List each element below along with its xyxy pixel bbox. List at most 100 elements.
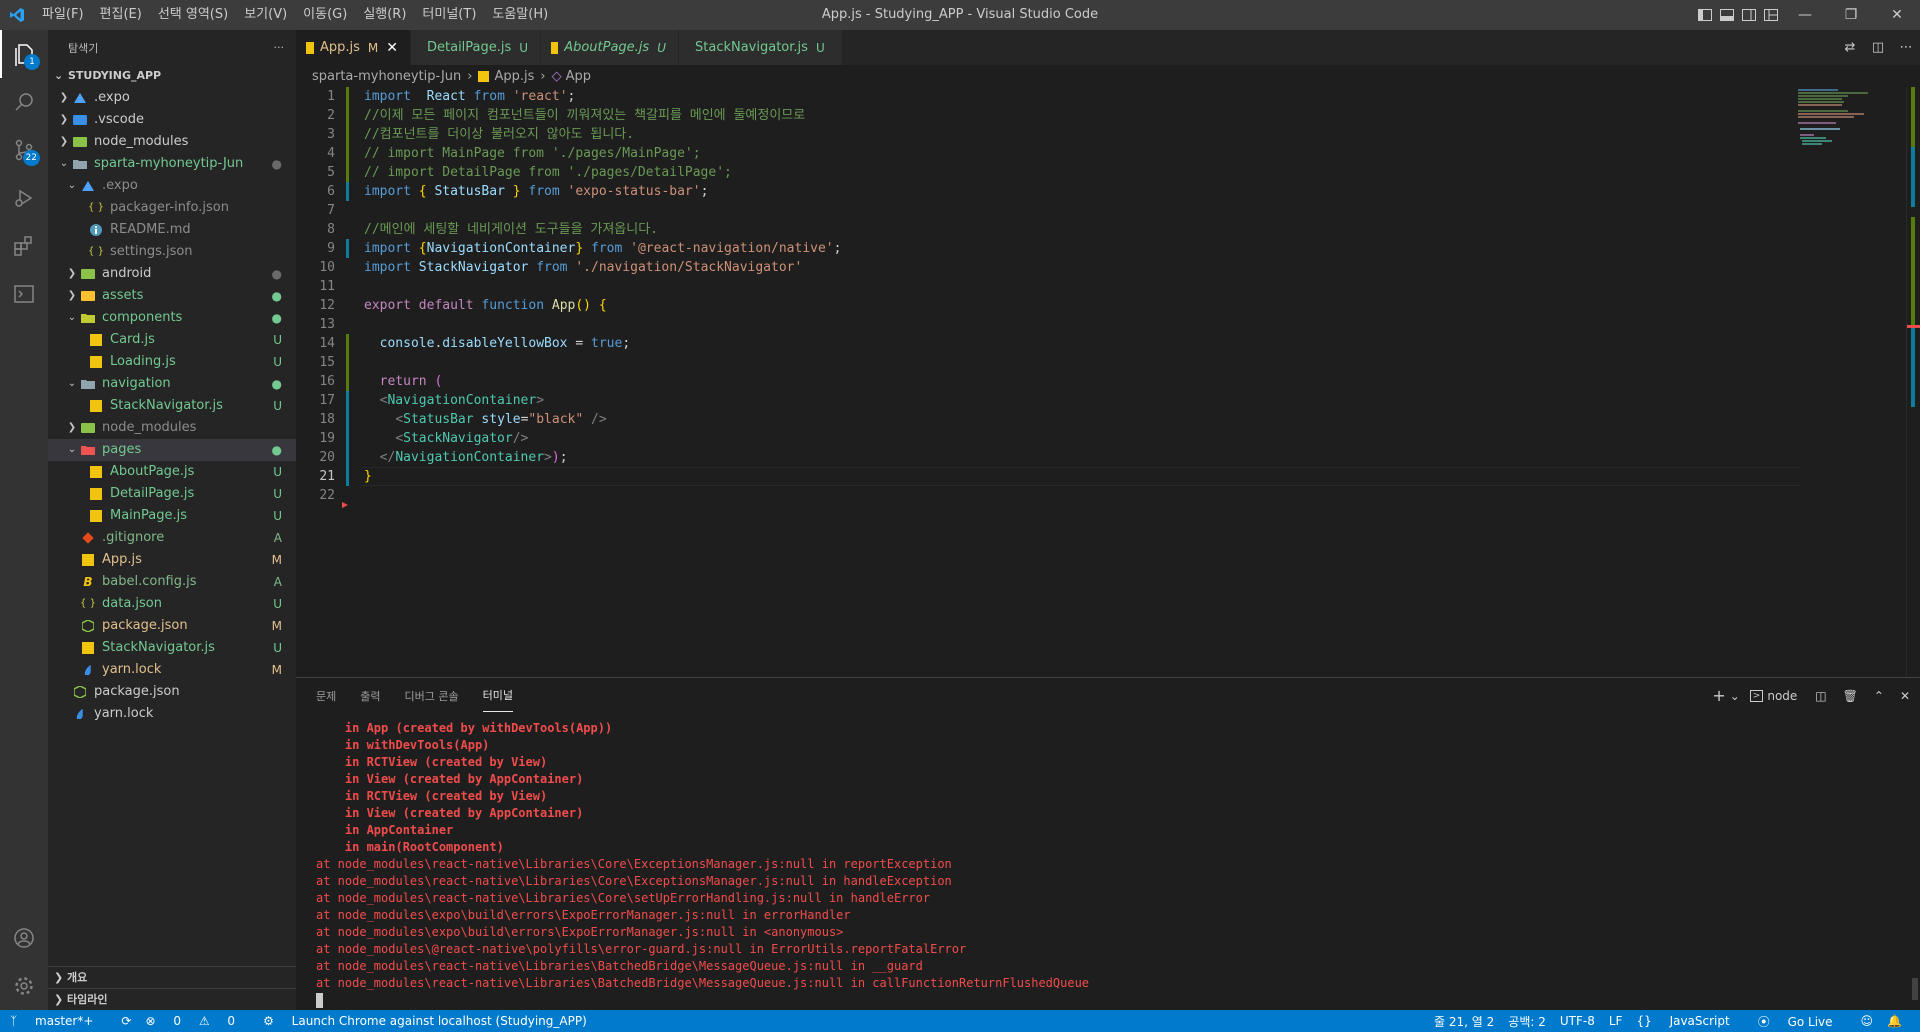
tab-terminal[interactable]: 터미널 xyxy=(482,679,513,712)
menu-help[interactable]: 도움말(H) xyxy=(484,0,556,30)
code-line[interactable]: console.disableYellowBox = true; xyxy=(364,334,1800,353)
end-of-line[interactable]: LF xyxy=(1609,1014,1623,1028)
tree-item-file[interactable]: { } settings.json xyxy=(48,241,296,263)
problems-status[interactable]: ⊗ 0 ⚠ 0 xyxy=(145,1014,249,1028)
tree-item-folder[interactable]: ⌄ pages ● xyxy=(48,439,296,461)
editor-scrollbar[interactable] xyxy=(1906,87,1920,677)
code-editor[interactable]: 1 2 3 4 5 6 7 8 9 10 11 12 13 14 15 16 17 18 19 20 21 22 impo… xyxy=(296,87,1920,677)
tree-item-folder[interactable]: ❯ node_modules xyxy=(48,417,296,439)
code-line[interactable]: <NavigationContainer> xyxy=(364,391,1800,410)
tree-item-file[interactable]: package.json M xyxy=(48,615,296,637)
launch-config[interactable]: ⚙ Launch Chrome against localhost (Study… xyxy=(263,1014,601,1028)
close-tab-icon[interactable]: ✕ xyxy=(386,40,398,56)
close-panel-icon[interactable]: ✕ xyxy=(1900,689,1910,703)
outline-section[interactable]: ❯ 개요 xyxy=(48,966,296,988)
code-line[interactable]: // import DetailPage from './pages/Detai… xyxy=(364,163,1800,182)
minimap[interactable] xyxy=(1796,87,1906,147)
toggle-secondary-sidebar-icon[interactable] xyxy=(1738,0,1760,30)
tab-output[interactable]: 출력 xyxy=(360,680,380,712)
open-changes-icon[interactable]: ⇄ xyxy=(1836,40,1864,55)
split-editor-icon[interactable]: ◫ xyxy=(1864,40,1892,55)
tree-item-file[interactable]: { } data.json U xyxy=(48,593,296,615)
breadcrumb-folder[interactable]: sparta-myhoneytip-Jun xyxy=(312,69,461,84)
tab-problems[interactable]: 문제 xyxy=(316,680,336,712)
feedback-icon[interactable]: ☺ xyxy=(1861,1014,1874,1028)
code-line[interactable] xyxy=(364,315,1800,334)
settings-gear-icon[interactable] xyxy=(0,962,48,1010)
search-icon[interactable] xyxy=(0,78,48,126)
source-control-icon[interactable]: 22 xyxy=(0,126,48,174)
tab-app-js[interactable]: App.js M ✕ xyxy=(296,30,411,65)
code-line[interactable]: //이제 모든 페이지 컴포넌트들이 끼워져있는 책갈피를 메인에 둘예정이므로 xyxy=(364,106,1800,125)
tree-item-folder[interactable]: ❯ assets ● xyxy=(48,285,296,307)
menu-go[interactable]: 이동(G) xyxy=(295,0,355,30)
menu-view[interactable]: 보기(V) xyxy=(236,0,295,30)
toggle-panel-icon[interactable] xyxy=(1716,0,1738,30)
tree-item-folder[interactable]: ⌄ components ● xyxy=(48,307,296,329)
branch-status[interactable]: ᛉ master*+ xyxy=(10,1014,107,1028)
explorer-icon[interactable]: 1 xyxy=(0,30,48,78)
more-actions-icon[interactable]: ⋯ xyxy=(1892,40,1920,55)
code-line[interactable] xyxy=(364,353,1800,372)
close-icon[interactable]: ✕ xyxy=(1874,0,1920,30)
terminal-scrollbar[interactable] xyxy=(1912,978,1918,1000)
breadcrumb-file[interactable]: App.js xyxy=(494,69,534,84)
code-line[interactable]: //메인에 세팅할 네비게이션 도구들을 가져옵니다. xyxy=(364,220,1800,239)
encoding[interactable]: UTF-8 xyxy=(1560,1014,1595,1028)
tab-stacknavigator-js[interactable]: StackNavigator.js U xyxy=(679,30,843,65)
split-terminal-icon[interactable]: ◫ xyxy=(1815,689,1826,703)
code-line[interactable]: export default function App() { xyxy=(364,296,1800,315)
tab-aboutpage-js[interactable]: AboutPage.js U xyxy=(541,30,679,65)
tab-detailpage-js[interactable]: DetailPage.js U xyxy=(411,30,541,65)
terminal-output[interactable]: in App (created by withDevTools(App)) in… xyxy=(316,720,1900,1009)
tree-item-file[interactable]: Card.js U xyxy=(48,329,296,351)
code-line[interactable]: <StatusBar style="black" /> xyxy=(364,410,1800,429)
breadcrumb-symbol[interactable]: App xyxy=(566,69,591,84)
go-live[interactable]: ⦿ Go Live xyxy=(1758,1013,1847,1030)
sync-icon[interactable]: ⟳ xyxy=(121,1014,131,1028)
code-line[interactable]: import StackNavigator from './navigation… xyxy=(364,258,1800,277)
more-actions-icon[interactable]: ··· xyxy=(274,41,285,54)
run-debug-icon[interactable] xyxy=(0,174,48,222)
tree-item-file[interactable]: README.md xyxy=(48,219,296,241)
code-line[interactable]: import React from 'react'; xyxy=(364,87,1800,106)
code-line[interactable]: //컴포넌트를 더이상 불러오지 않아도 됩니다. xyxy=(364,125,1800,144)
restore-icon[interactable]: ❐ xyxy=(1828,0,1874,30)
accounts-icon[interactable] xyxy=(0,914,48,962)
code-line[interactable] xyxy=(364,277,1800,296)
tree-item-folder[interactable]: ❯ .vscode xyxy=(48,109,296,131)
tree-item-file[interactable]: yarn.lock xyxy=(48,703,296,725)
menu-file[interactable]: 파일(F) xyxy=(34,0,92,30)
code-line[interactable]: import {NavigationContainer} from '@reac… xyxy=(364,239,1800,258)
tree-item-file[interactable]: { } packager-info.json xyxy=(48,197,296,219)
tree-item-file[interactable]: StackNavigator.js U xyxy=(48,637,296,659)
tree-item-file[interactable]: App.js M xyxy=(48,549,296,571)
code-content[interactable]: import React from 'react'; //이제 모든 페이지 컴포… xyxy=(362,87,1800,505)
code-line[interactable]: // import MainPage from './pages/MainPag… xyxy=(364,144,1800,163)
new-terminal-icon[interactable]: + xyxy=(1712,686,1725,705)
menu-run[interactable]: 실행(R) xyxy=(355,0,414,30)
timeline-section[interactable]: ❯ 타임라인 xyxy=(48,988,296,1010)
extensions-icon[interactable] xyxy=(0,222,48,270)
workspace-root[interactable]: ⌄ STUDYING_APP xyxy=(48,65,296,87)
tree-item-folder[interactable]: ⌄ .expo xyxy=(48,175,296,197)
tree-item-file[interactable]: StackNavigator.js U xyxy=(48,395,296,417)
terminal-name[interactable]: node xyxy=(1767,689,1797,703)
customize-layout-icon[interactable] xyxy=(1760,0,1782,30)
code-line[interactable] xyxy=(364,201,1800,220)
remote-explorer-icon[interactable] xyxy=(0,270,48,318)
cursor-position[interactable]: 줄 21, 열 2 xyxy=(1434,1013,1494,1030)
toggle-primary-sidebar-icon[interactable] xyxy=(1694,0,1716,30)
maximize-panel-icon[interactable]: ⌃ xyxy=(1874,689,1884,703)
tree-item-folder[interactable]: ❯ node_modules xyxy=(48,131,296,153)
language-mode[interactable]: {} JavaScript xyxy=(1636,1014,1743,1028)
tree-item-file[interactable]: Loading.js U xyxy=(48,351,296,373)
indentation[interactable]: 공백: 2 xyxy=(1508,1013,1546,1030)
code-line[interactable]: return ( xyxy=(364,372,1800,391)
code-line[interactable] xyxy=(364,486,1800,505)
tree-item-folder[interactable]: ⌄ navigation ● xyxy=(48,373,296,395)
tree-item-file[interactable]: yarn.lock M xyxy=(48,659,296,681)
tree-item-file[interactable]: MainPage.js U xyxy=(48,505,296,527)
menu-selection[interactable]: 선택 영역(S) xyxy=(150,0,236,30)
minimize-icon[interactable]: — xyxy=(1782,0,1828,30)
